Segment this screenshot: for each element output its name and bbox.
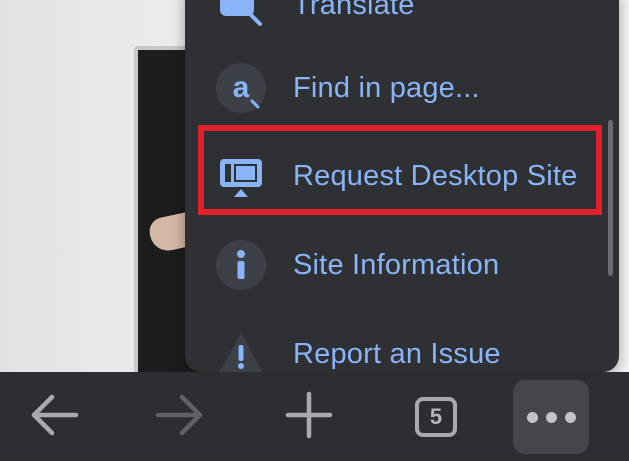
svg-text:a: a: [233, 71, 250, 104]
menu-item-label: Site Information: [293, 248, 500, 281]
new-tab-button[interactable]: [271, 380, 347, 454]
back-arrow-icon: [28, 393, 80, 442]
tab-switcher-button[interactable]: 5: [398, 380, 474, 454]
info-icon: [216, 240, 266, 290]
menu-item-report-issue[interactable]: Report an Issue: [185, 311, 619, 372]
menu-item-site-information[interactable]: Site Information: [185, 222, 619, 308]
menu-item-label: Report an Issue: [293, 337, 501, 370]
menu-item-find-in-page[interactable]: a Find in page...: [185, 45, 619, 131]
translate-icon: [216, 0, 266, 30]
menu-item-label: Find in page...: [293, 71, 480, 104]
back-button[interactable]: [16, 380, 92, 454]
find-in-page-icon: a: [216, 63, 266, 113]
more-dots-icon: [523, 411, 580, 423]
more-button[interactable]: [513, 380, 589, 454]
menu-item-translate[interactable]: Translate: [185, 0, 619, 48]
plus-icon: [284, 390, 334, 445]
bottom-toolbar: 5: [0, 372, 629, 461]
forward-arrow-icon: [154, 393, 206, 442]
warning-icon: [216, 329, 266, 372]
tab-count: 5: [415, 397, 457, 437]
menu-item-label: Translate: [293, 0, 415, 21]
forward-button[interactable]: [142, 380, 218, 454]
menu-scrollbar[interactable]: [608, 120, 613, 276]
highlight-box: [198, 125, 602, 215]
